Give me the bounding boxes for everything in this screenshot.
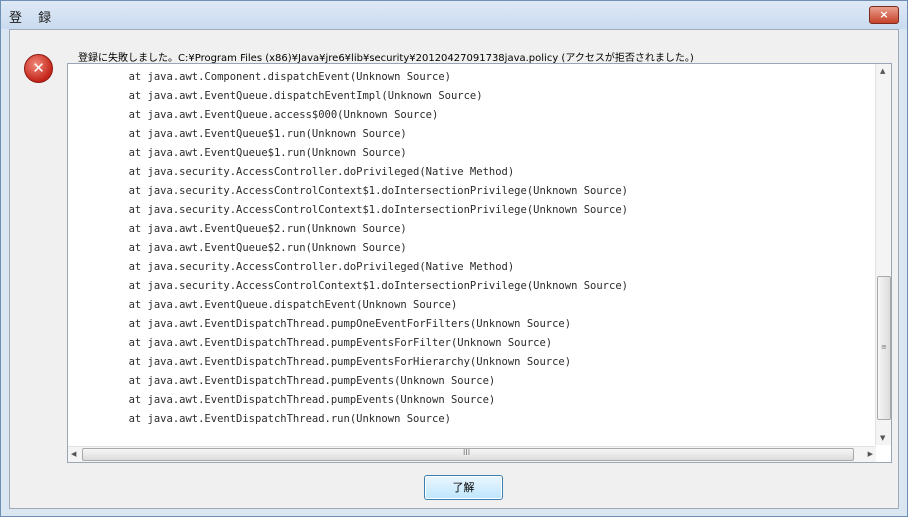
stack-trace-line: at java.awt.EventQueue$2.run(Unknown Sou… bbox=[78, 242, 407, 254]
scroll-down-arrow-icon[interactable]: ▼ bbox=[880, 434, 885, 442]
scroll-up-arrow-icon[interactable]: ▲ bbox=[880, 67, 885, 75]
dialog-title: 登 録 bbox=[9, 11, 58, 26]
stack-trace-line: at java.security.AccessControlContext$1.… bbox=[78, 185, 628, 197]
stack-trace-line: at java.awt.EventDispatchThread.run(Unkn… bbox=[78, 413, 451, 425]
stack-trace-line: at java.awt.EventQueue.access$000(Unknow… bbox=[78, 109, 439, 121]
stack-trace-line: at java.security.AccessController.doPriv… bbox=[78, 166, 515, 178]
stack-trace-text[interactable]: at java.awt.Component.dispatchEvent(Unkn… bbox=[78, 68, 628, 429]
horizontal-scroll-thumb[interactable]: III bbox=[82, 448, 854, 461]
error-message: 登録に失敗しました。C:¥Program Files (x86)¥Java¥jr… bbox=[78, 53, 694, 64]
horizontal-scrollbar[interactable]: ◀ III ▶ bbox=[68, 446, 876, 462]
stack-trace-line: at java.awt.EventQueue.dispatchEventImpl… bbox=[78, 90, 483, 102]
stack-trace-line: at java.awt.EventDispatchThread.pumpEven… bbox=[78, 356, 572, 368]
error-icon: ✕ bbox=[24, 54, 53, 83]
stack-trace-line: at java.security.AccessControlContext$1.… bbox=[78, 280, 628, 292]
stack-trace-line: at java.awt.EventQueue$1.run(Unknown Sou… bbox=[78, 147, 407, 159]
vertical-grip-icon: ≡ bbox=[881, 343, 887, 351]
stack-trace-line: at java.awt.EventDispatchThread.pumpEven… bbox=[78, 394, 496, 406]
stack-trace-line: at java.security.AccessControlContext$1.… bbox=[78, 204, 628, 216]
stack-trace-line: at java.awt.EventQueue$1.run(Unknown Sou… bbox=[78, 128, 407, 140]
stack-trace-line: at java.awt.EventDispatchThread.pumpEven… bbox=[78, 337, 553, 349]
horizontal-grip-icon: III bbox=[463, 448, 471, 457]
vertical-scroll-thumb[interactable]: ≡ bbox=[877, 276, 891, 420]
stack-trace-line: at java.awt.Component.dispatchEvent(Unkn… bbox=[78, 71, 451, 83]
stack-trace-line: at java.awt.EventQueue$2.run(Unknown Sou… bbox=[78, 223, 407, 235]
stack-trace-area[interactable]: at java.awt.Component.dispatchEvent(Unkn… bbox=[67, 63, 892, 463]
dialog-body: ✕ 登録に失敗しました。C:¥Program Files (x86)¥Java¥… bbox=[9, 29, 899, 509]
stack-trace-line: at java.awt.EventDispatchThread.pumpEven… bbox=[78, 375, 496, 387]
stack-trace-line: at java.awt.EventQueue.dispatchEvent(Unk… bbox=[78, 299, 458, 311]
stack-trace-line: at java.awt.EventDispatchThread.pumpOneE… bbox=[78, 318, 572, 330]
title-bar[interactable]: 登 録 × bbox=[1, 1, 907, 29]
error-dialog: 登 録 × ✕ 登録に失敗しました。C:¥Program Files (x86)… bbox=[0, 0, 908, 517]
vertical-scrollbar[interactable]: ▲ ≡ ▼ bbox=[875, 64, 891, 445]
stack-trace-line: at java.security.AccessController.doPriv… bbox=[78, 261, 515, 273]
close-button[interactable]: × bbox=[869, 6, 899, 24]
ok-button[interactable]: 了解 bbox=[424, 475, 503, 500]
scroll-left-arrow-icon[interactable]: ◀ bbox=[71, 450, 76, 458]
scroll-right-arrow-icon[interactable]: ▶ bbox=[868, 450, 873, 458]
